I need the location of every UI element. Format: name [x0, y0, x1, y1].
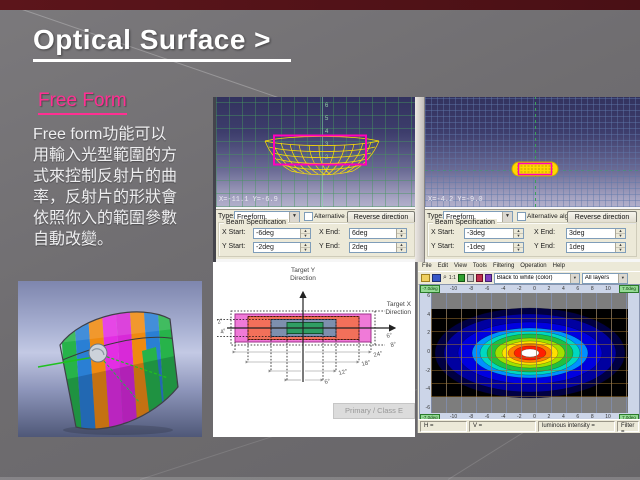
svg-text:12°: 12° — [338, 369, 349, 377]
toolbar: ⌕ 1:1 Black to white (color) ▼ All layer… — [418, 271, 640, 285]
slide-top-bar — [0, 0, 640, 10]
spinner[interactable]: ▲▼ — [513, 229, 523, 238]
y-end-input[interactable]: 1deg ▲▼ — [566, 242, 626, 253]
svg-text:18°: 18° — [361, 360, 372, 368]
x-start-input[interactable]: -3deg ▲▼ — [464, 228, 524, 239]
alternative-algorithm-checkbox[interactable] — [517, 212, 526, 221]
y-axis-ruler-left: 6420-2-4-6 — [420, 293, 431, 411]
save-icon[interactable] — [432, 274, 441, 282]
plot-grid — [431, 309, 628, 397]
slide: Optical Surface > Free Form Free form功能可… — [0, 0, 640, 480]
copy-icon[interactable] — [467, 274, 474, 282]
chevron-down-icon[interactable]: ▼ — [502, 212, 512, 222]
chevron-down-icon[interactable]: ▼ — [289, 212, 299, 222]
status-filter: Filter = — [617, 421, 639, 432]
beam-specification-legend: Beam Specification — [224, 219, 288, 226]
spinner[interactable]: ▲▼ — [513, 243, 523, 252]
body-line: 依照你入的範圍參數 — [33, 208, 217, 229]
spinner[interactable]: ▲▼ — [615, 243, 625, 252]
body-line: Free form功能可以 — [33, 124, 217, 145]
open-folder-icon[interactable] — [421, 274, 430, 282]
freeform-mesh-object[interactable] — [261, 133, 383, 179]
beam-specification-group: Beam Specification X Start: -3deg ▲▼ X E… — [427, 222, 637, 257]
svg-text:Direction: Direction — [290, 275, 316, 282]
x-axis-ruler-top: -12-10-8-6-4-2024681012 — [431, 286, 628, 292]
body-line: 率，反射片的形狀會 — [33, 187, 217, 208]
cad-main-panel: 6 5 4 3 2 1 — [213, 97, 418, 262]
window-divider — [415, 97, 425, 262]
body-line: 用輸入光型範圍的方 — [33, 145, 217, 166]
svg-text:8°: 8° — [390, 342, 398, 349]
y-start-input[interactable]: -2deg ▲▼ — [253, 242, 311, 253]
zoom-1-1-button[interactable]: 1:1 — [449, 275, 456, 281]
luminous-intensity-window: File Edit View Tools Filtering Operation… — [417, 262, 640, 433]
x-end-input[interactable]: 3deg ▲▼ — [566, 228, 626, 239]
cad-main-grid-viewport[interactable]: 6 5 4 3 2 1 — [216, 97, 418, 207]
x-start-input[interactable]: -6deg ▲▼ — [253, 228, 311, 239]
beam-specification-legend: Beam Specification — [433, 219, 497, 226]
primary-class-e-button[interactable]: Primary / Class E — [333, 403, 415, 419]
plot-frame: -12-10-8-6-4-2024681012 6420-2-4-6 — [419, 284, 640, 422]
subtitle-free-form: Free Form — [38, 90, 127, 115]
zoom-icon[interactable]: ⌕ — [443, 274, 447, 282]
alternative-algorithm-checkbox[interactable] — [304, 212, 313, 221]
spinner[interactable]: ▲▼ — [396, 229, 406, 238]
range-badge: 7.0deg — [619, 285, 639, 293]
compass-sphere-icon — [89, 344, 107, 362]
chevron-down-icon[interactable]: ▼ — [570, 274, 579, 283]
cad-main-form: Type: Freeform ▼ Alternative algorithm (… — [216, 209, 418, 259]
layers-select[interactable]: All layers ▼ — [582, 273, 628, 284]
page-title: Optical Surface > — [33, 24, 291, 62]
status-luminous-intensity: luminous intensity = — [538, 421, 615, 432]
range-badge: -7.0deg — [420, 285, 440, 293]
grid-icon[interactable] — [458, 274, 465, 282]
spinner[interactable]: ▲▼ — [300, 243, 310, 252]
svg-text:Direction: Direction — [385, 309, 411, 316]
chevron-down-icon[interactable]: ▼ — [618, 274, 627, 283]
svg-text:24°: 24° — [373, 351, 384, 359]
body-text: Free form功能可以 用輸入光型範圍的方 式來控制反射片的曲 率，反射片的… — [33, 124, 217, 250]
spinner[interactable]: ▲▼ — [615, 229, 625, 238]
crosshair-vertical — [535, 97, 536, 207]
intensity-plot[interactable] — [431, 293, 628, 413]
colormap-select[interactable]: Black to white (color) ▼ — [494, 273, 580, 284]
measure-icon[interactable] — [485, 274, 492, 282]
freeform-mesh-object-small[interactable] — [511, 159, 559, 179]
y-start-input[interactable]: -1deg ▲▼ — [464, 242, 524, 253]
y-end-input[interactable]: 2deg ▲▼ — [349, 242, 407, 253]
svg-text:6°: 6° — [386, 333, 394, 340]
reflector-3d-image — [18, 281, 202, 437]
svg-text:6°: 6° — [324, 379, 332, 386]
svg-text:4°: 4° — [220, 328, 228, 336]
x-end-input[interactable]: 6deg ▲▼ — [349, 228, 407, 239]
cad-small-grid-viewport[interactable]: X=-4.2 Y=-9.0 — [425, 97, 640, 207]
cad-small-form: Type: Freeform ▼ Alternative algorithm (… — [425, 209, 640, 259]
status-bar: H = V = luminous intensity = Filter = — [418, 419, 640, 433]
reflector-surface-drawing — [18, 281, 202, 437]
body-line: 式來控制反射片的曲 — [33, 166, 217, 187]
cad-small-panel: X=-4.2 Y=-9.0 Type: Freeform ▼ Alternati… — [425, 97, 640, 262]
spinner[interactable]: ▲▼ — [300, 229, 310, 238]
status-h: H = — [420, 421, 467, 432]
spinner[interactable]: ▲▼ — [396, 243, 406, 252]
body-line: 自動改變。 — [33, 229, 217, 250]
beam-specification-group: Beam Specification X Start: -6deg ▲▼ X E… — [218, 222, 415, 257]
cursor-position-status: X=-11.1 Y=-6.9 — [219, 196, 278, 204]
svg-text:Target Y: Target Y — [291, 267, 316, 274]
cursor-position-status: X=-4.2 Y=-9.0 — [428, 196, 483, 204]
target-diagram-panel: Target Y Direction Target X Direction — [213, 262, 415, 437]
svg-text:Target X: Target X — [387, 301, 412, 308]
marker-icon[interactable] — [476, 274, 483, 282]
status-v: V = — [469, 421, 536, 432]
